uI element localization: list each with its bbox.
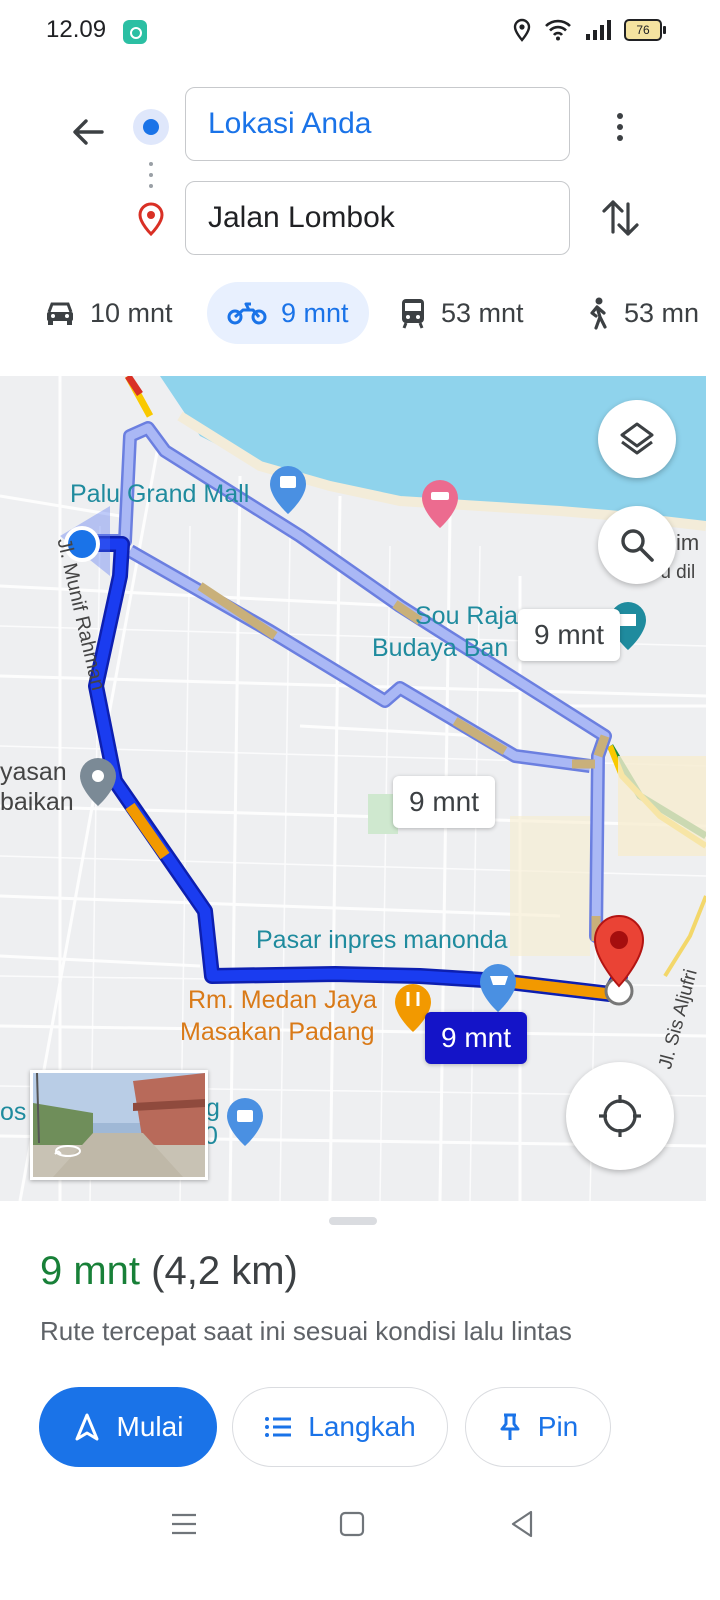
pin-button[interactable]: Pin bbox=[465, 1387, 611, 1467]
route-time-alt-2[interactable]: 9 mnt bbox=[393, 776, 496, 828]
status-bar: 12.09 76 bbox=[0, 0, 720, 64]
destination-text: Jalan Lombok bbox=[208, 201, 395, 234]
swap-icon bbox=[602, 200, 639, 236]
mode-motorcycle-label: 9 mnt bbox=[281, 297, 349, 328]
search-icon bbox=[621, 529, 654, 562]
mode-car-label: 10 mnt bbox=[90, 297, 173, 328]
mode-motorcycle[interactable]: 9 mnt bbox=[207, 282, 369, 344]
car-icon bbox=[47, 302, 73, 325]
partial-label-g: g bbox=[206, 1094, 220, 1122]
poi-palu-grand-mall[interactable]: Palu Grand Mall bbox=[70, 480, 249, 509]
poi-yayasan-line1[interactable]: yasan bbox=[0, 758, 67, 787]
home-square-icon bbox=[339, 1511, 365, 1537]
wifi-icon bbox=[545, 19, 571, 41]
menu-icon bbox=[172, 1513, 196, 1535]
walk-icon bbox=[590, 297, 607, 330]
pin-icon bbox=[500, 1413, 520, 1440]
steps-button[interactable]: Langkah bbox=[232, 1387, 448, 1467]
list-icon bbox=[265, 1417, 292, 1437]
back-button[interactable] bbox=[60, 104, 116, 160]
origin-text: Lokasi Anda bbox=[208, 107, 372, 140]
steps-button-label: Langkah bbox=[308, 1411, 416, 1442]
mode-transit-label: 53 mnt bbox=[441, 297, 524, 328]
layers-button[interactable] bbox=[598, 400, 676, 478]
route-time-main[interactable]: 9 mnt bbox=[425, 1012, 528, 1064]
start-button-label: Mulai bbox=[116, 1411, 184, 1442]
destination-field[interactable]: Jalan Lombok bbox=[185, 181, 570, 255]
system-nav-bar bbox=[0, 1490, 720, 1560]
layers-icon bbox=[620, 422, 654, 455]
drag-handle[interactable] bbox=[329, 1217, 377, 1225]
back-triangle-icon bbox=[511, 1510, 533, 1538]
more-options-button[interactable] bbox=[598, 102, 642, 152]
poi-pasar-inpres[interactable]: Pasar inpres manonda bbox=[256, 926, 508, 955]
back-nav-button[interactable] bbox=[502, 1504, 542, 1544]
route-time-alt-1[interactable]: 9 mnt bbox=[518, 609, 621, 661]
poi-rm-medan-line1[interactable]: Rm. Medan Jaya bbox=[188, 986, 377, 1015]
motorcycle-icon bbox=[227, 302, 267, 325]
route-distance: (4,2 km) bbox=[151, 1249, 298, 1293]
street-view-image bbox=[33, 1073, 205, 1177]
pin-button-label: Pin bbox=[537, 1411, 579, 1442]
partial-label-right-1: im bbox=[676, 530, 700, 555]
rotate-360-icon bbox=[54, 1145, 81, 1157]
map-view[interactable]: Palu Grand Mall Sou Raja Budaya Ban Jl. … bbox=[0, 376, 706, 1201]
my-location-button[interactable] bbox=[566, 1062, 674, 1170]
location-icon bbox=[513, 18, 531, 42]
status-time: 12.09 bbox=[46, 16, 107, 43]
directions-header: Lokasi Anda Jalan Lombok 10 mnt 9 mnt 53… bbox=[0, 64, 720, 374]
street-view-thumbnail[interactable] bbox=[30, 1070, 208, 1180]
origin-field[interactable]: Lokasi Anda bbox=[185, 87, 570, 161]
battery-icon: 76 bbox=[624, 19, 666, 41]
start-button[interactable]: Mulai bbox=[39, 1387, 217, 1467]
route-summary: 9 mnt (4,2 km) bbox=[40, 1249, 298, 1294]
swap-button[interactable] bbox=[598, 194, 644, 242]
mode-transit[interactable]: 53 mnt bbox=[399, 282, 524, 344]
poi-rm-medan-line2[interactable]: Masakan Padang bbox=[180, 1018, 375, 1047]
status-icons: 76 bbox=[512, 18, 666, 42]
route-time-main-text: 9 mnt bbox=[441, 1022, 512, 1053]
mode-walk-label: 53 mn bbox=[624, 297, 700, 328]
route-description: Rute tercepat saat ini sesuai kondisi la… bbox=[40, 1316, 572, 1346]
home-button[interactable] bbox=[332, 1504, 372, 1544]
route-dots bbox=[149, 162, 153, 192]
navigation-arrow-icon bbox=[75, 1413, 99, 1441]
poi-sou-raja-line2[interactable]: Budaya Ban bbox=[372, 634, 508, 663]
recent-apps-button[interactable] bbox=[164, 1504, 204, 1544]
transit-icon bbox=[402, 299, 424, 329]
search-along-route-button[interactable] bbox=[598, 506, 676, 584]
route-time-alt-1-text: 9 mnt bbox=[534, 619, 605, 650]
mode-car[interactable]: 10 mnt bbox=[44, 282, 173, 344]
poi-sou-raja-line1[interactable]: Sou Raja bbox=[415, 602, 518, 631]
partial-label-left: os bbox=[0, 1098, 27, 1126]
mode-walk[interactable]: 53 mn bbox=[584, 282, 699, 344]
signal-icon bbox=[586, 20, 611, 40]
crosshair-icon bbox=[599, 1095, 641, 1137]
poi-yayasan-line2[interactable]: baikan bbox=[0, 788, 74, 817]
destination-pin-icon bbox=[137, 202, 165, 241]
app-notification-icon bbox=[123, 20, 147, 44]
route-duration: 9 mnt bbox=[40, 1249, 141, 1293]
route-time-alt-2-text: 9 mnt bbox=[409, 786, 480, 817]
origin-dot-icon bbox=[133, 109, 169, 145]
arrow-back-icon bbox=[73, 119, 104, 145]
travel-modes: 10 mnt 9 mnt 53 mnt 53 mn bbox=[0, 282, 720, 346]
